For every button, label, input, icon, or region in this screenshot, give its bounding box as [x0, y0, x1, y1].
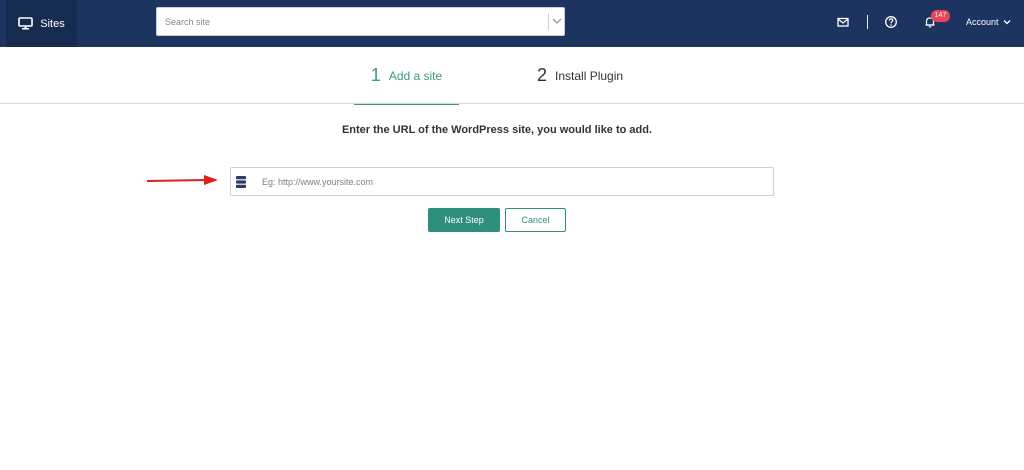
step-number: 2 — [537, 65, 548, 85]
sites-label: Sites — [40, 17, 65, 30]
red-arrow-icon — [146, 175, 218, 185]
site-url-input[interactable] — [259, 168, 769, 195]
account-label: Account — [966, 17, 999, 27]
cancel-button[interactable]: Cancel — [505, 208, 566, 232]
instruction-text: Enter the URL of the WordPress site, you… — [341, 124, 653, 136]
topbar-divider — [867, 15, 868, 29]
site-search — [156, 7, 565, 36]
chevron-down-icon — [1003, 20, 1010, 25]
step-install-plugin[interactable]: 2 Install Plugin — [537, 47, 623, 104]
account-menu[interactable]: Account — [966, 17, 1011, 27]
step-number: 1 — [370, 65, 381, 85]
mail-icon[interactable] — [836, 15, 850, 29]
chevron-down-icon[interactable] — [550, 14, 564, 28]
search-divider — [548, 13, 549, 30]
sites-button[interactable]: Sites — [6, 0, 77, 47]
top-bar: Sites 147 Account — [0, 0, 1024, 47]
search-input[interactable] — [157, 8, 547, 35]
help-icon[interactable] — [884, 15, 898, 29]
steps-divider — [0, 103, 1024, 104]
step-label: Add a site — [388, 68, 443, 83]
server-icon — [236, 176, 246, 188]
monitor-icon — [18, 17, 34, 30]
step-label: Install Plugin — [555, 68, 624, 83]
wizard-steps: 1 Add a site 2 Install Plugin — [0, 47, 1024, 105]
next-step-button[interactable]: Next Step — [428, 208, 500, 232]
notification-badge: 147 — [931, 10, 950, 22]
site-url-field — [230, 167, 774, 196]
step-add-site[interactable]: 1 Add a site — [354, 47, 459, 105]
